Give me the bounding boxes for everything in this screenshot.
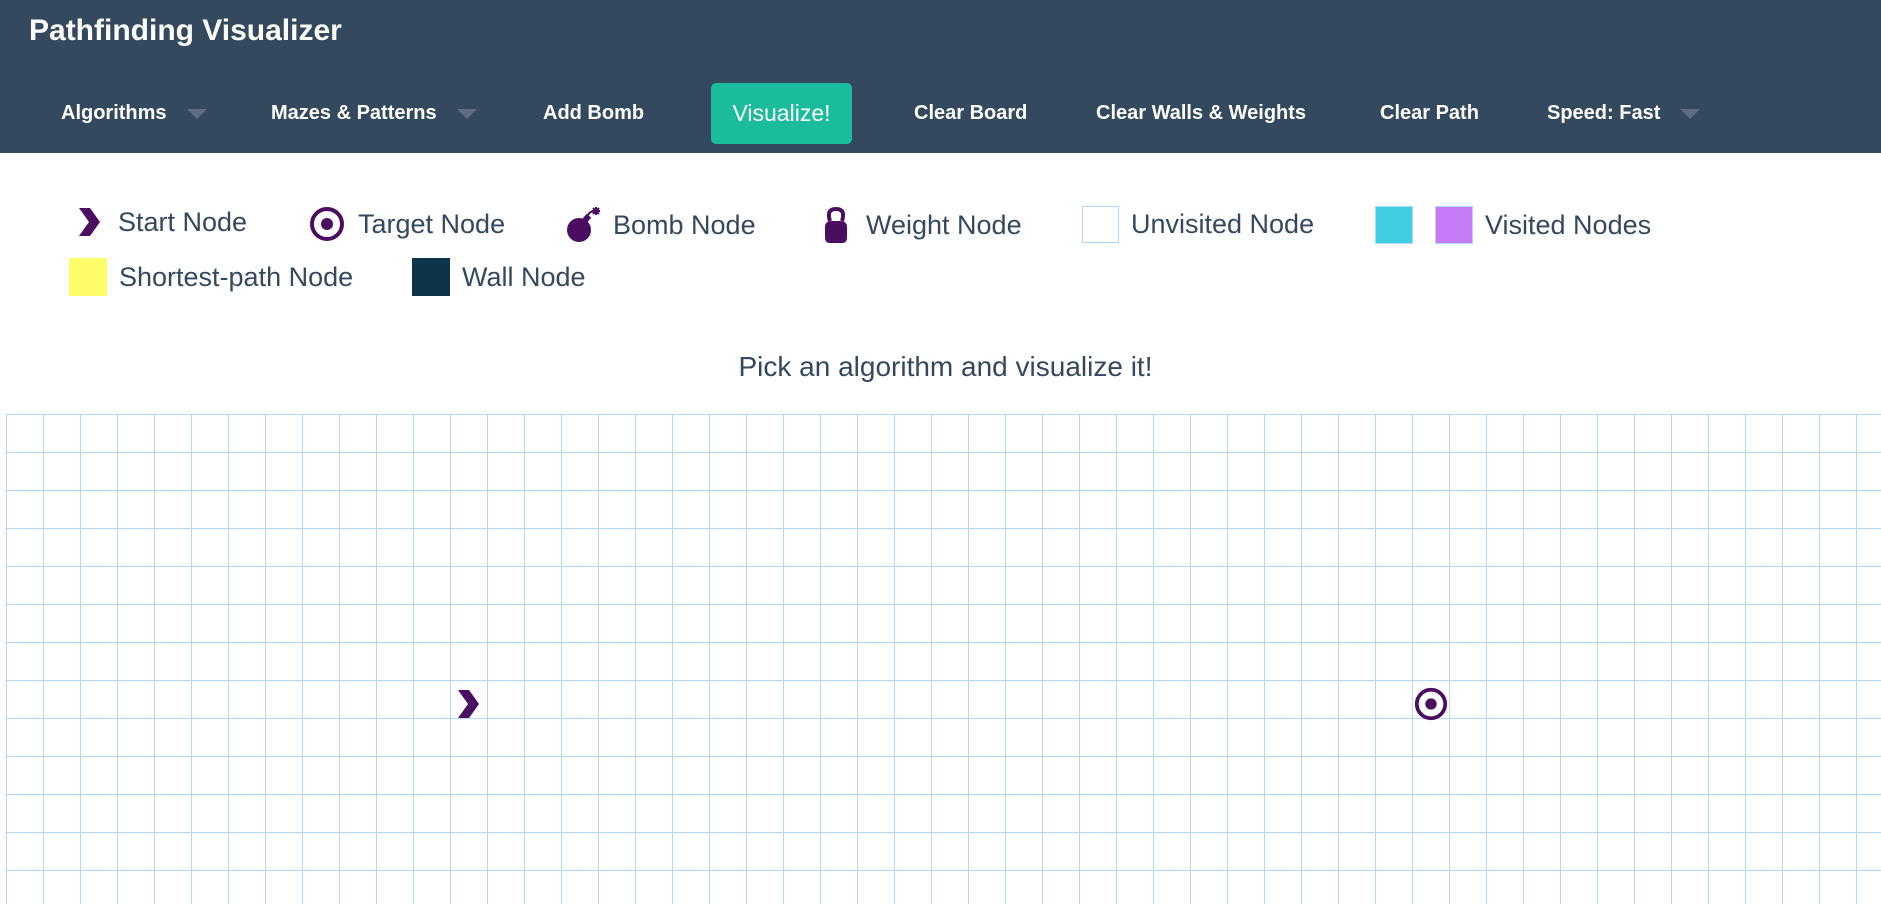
legend-bomb-node: Bomb Node [563,205,756,245]
instructions-text: Pick an algorithm and visualize it! [738,351,1153,382]
weight-icon [818,205,854,245]
chevron-right-icon [457,690,479,718]
caret-down-icon [186,109,207,119]
add-bomb-label: Add Bomb [543,101,645,124]
clear-walls-weights-label: Clear Walls & Weights [1096,101,1307,124]
legend-bomb-label: Bomb Node [613,209,756,240]
clear-path-button[interactable]: Clear Path [1380,83,1479,143]
wall-swatch [412,258,450,296]
legend-visited-label: Visited Nodes [1485,209,1652,240]
legend-wall-label: Wall Node [462,261,586,292]
target-node[interactable] [1412,685,1449,723]
speed-label: Speed: Fast [1547,101,1661,124]
add-bomb-button[interactable]: Add Bomb [543,83,644,143]
target-icon [308,205,346,243]
grid-board[interactable] [6,414,1881,904]
app-title[interactable]: Pathfinding Visualizer [29,14,342,48]
legend-unvisited-label: Unvisited Node [1131,209,1315,239]
unvisited-swatch [1082,206,1119,243]
start-node[interactable] [449,685,486,723]
caret-down-icon [1680,109,1701,119]
visited-swatch-purple [1435,206,1473,244]
algorithms-dropdown[interactable]: Algorithms [61,83,207,143]
legend-target-label: Target Node [358,208,506,239]
legend-visited-nodes: Visited Nodes [1375,206,1651,244]
clear-board-label: Clear Board [914,101,1028,124]
visualize-label: Visualize! [732,100,831,126]
visualize-button[interactable]: Visualize! [711,83,852,144]
speed-dropdown[interactable]: Speed: Fast [1547,83,1701,143]
shortest-path-swatch [69,258,107,296]
clear-board-button[interactable]: Clear Board [914,83,1027,143]
navbar: Pathfinding Visualizer Algorithms Mazes … [0,0,1881,153]
legend-target-node: Target Node [308,205,505,243]
mazes-patterns-label: Mazes & Patterns [271,101,437,124]
legend-shortest-path-node: Shortest-path Node [69,258,353,296]
legend-shortest-label: Shortest-path Node [119,261,354,292]
algorithms-label: Algorithms [61,101,167,124]
mazes-patterns-dropdown[interactable]: Mazes & Patterns [271,83,477,143]
legend-start-node: Start Node [72,205,247,239]
legend-weight-node: Weight Node [818,205,1022,245]
clear-path-label: Clear Path [1380,101,1479,124]
legend-unvisited-node: Unvisited Node [1082,206,1314,243]
caret-down-icon [456,109,477,119]
visited-swatch-cyan [1375,206,1413,244]
chevron-right-icon [72,205,106,239]
clear-walls-weights-button[interactable]: Clear Walls & Weights [1096,83,1306,143]
legend-start-label: Start Node [118,206,248,237]
legend-wall-node: Wall Node [412,258,586,296]
target-icon [1414,687,1447,721]
legend-weight-label: Weight Node [866,209,1022,240]
bomb-icon [563,205,601,245]
